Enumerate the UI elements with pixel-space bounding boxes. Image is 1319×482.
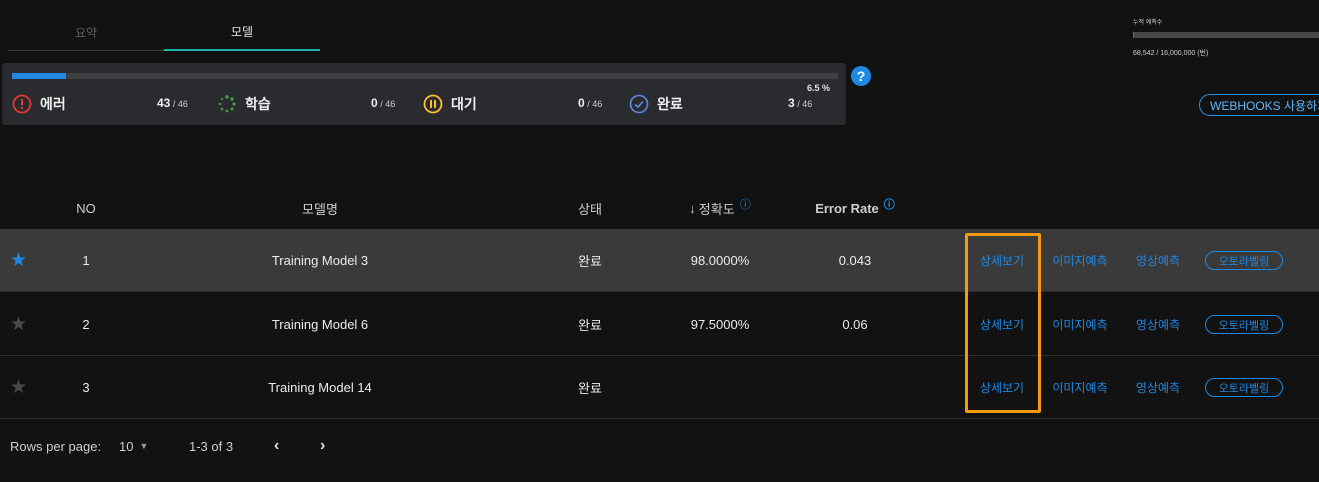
row-no: 1 <box>82 252 90 268</box>
table-row: ★ 3 Training Model 14 완료 상세보기 이미지예측 영상예측… <box>0 356 1319 419</box>
header-error-rate: Error Rate ⓘ <box>795 188 915 228</box>
rows-per-page-select[interactable]: 10 ▼ <box>119 420 148 472</box>
pagination: Rows per page: 10 ▼ 1-3 of 3 ‹ › <box>0 420 700 472</box>
video-predict-link[interactable]: 영상예측 <box>1128 356 1188 418</box>
status-error-count: 43 / 46 <box>157 96 188 110</box>
row-status: 완료 <box>578 253 602 269</box>
status-training-label: 학습 <box>245 96 271 112</box>
row-error-rate <box>795 356 915 418</box>
auto-label-button[interactable]: 오토라벨링 <box>1205 251 1283 270</box>
usage-progress-bar <box>1133 32 1319 38</box>
status-complete-count: 3 / 46 <box>788 96 813 110</box>
status-panel: 6.5 % 에러 43 / 46 학습 0 / 46 대기 0 / 46 완료 … <box>2 63 846 125</box>
row-no: 2 <box>82 316 90 332</box>
header-accuracy-label: 정확도 <box>698 201 735 217</box>
usage-progress-fill <box>1133 32 1135 38</box>
image-predict-link[interactable]: 이미지예측 <box>1045 293 1115 355</box>
star-icon[interactable]: ★ <box>10 356 27 418</box>
row-no: 3 <box>82 379 90 395</box>
spinner-icon <box>218 95 236 113</box>
row-accuracy <box>660 356 780 418</box>
pause-icon <box>423 94 443 114</box>
page-range: 1-3 of 3 <box>189 438 234 454</box>
detail-link[interactable]: 상세보기 <box>972 356 1032 418</box>
header-accuracy[interactable]: ↓ 정확도 ⓘ <box>660 188 780 228</box>
row-model-name: Training Model 3 <box>271 252 369 268</box>
error-rate-info-icon[interactable]: ⓘ <box>884 196 895 212</box>
star-icon[interactable]: ★ <box>10 229 27 291</box>
row-accuracy: 97.5000% <box>690 316 750 332</box>
progress-percent: 6.5 % <box>806 83 830 93</box>
overall-progress-fill <box>12 73 66 79</box>
tab-bar: 요약 모델 <box>8 14 320 51</box>
status-error-label: 에러 <box>40 96 66 112</box>
header-model-name: 모델명 <box>302 201 338 217</box>
detail-link[interactable]: 상세보기 <box>972 229 1032 291</box>
overall-progress-bar <box>12 73 838 79</box>
row-model-name: Training Model 6 <box>271 316 369 332</box>
status-training: 학습 0 / 46 <box>217 93 395 115</box>
header-no: NO <box>76 200 96 216</box>
video-predict-link[interactable]: 영상예측 <box>1128 229 1188 291</box>
status-training-count: 0 / 46 <box>371 96 396 110</box>
accuracy-info-icon[interactable]: ⓘ <box>740 196 751 212</box>
table-row: ★ 1 Training Model 3 완료 98.0000% 0.043 상… <box>0 229 1319 292</box>
status-complete: 완료 3 / 46 <box>629 93 812 115</box>
row-error-rate: 0.043 <box>838 252 872 268</box>
image-predict-link[interactable]: 이미지예측 <box>1045 229 1115 291</box>
usage-title: 누적 예측수 <box>1133 20 1163 26</box>
auto-label-button[interactable]: 오토라벨링 <box>1205 315 1283 334</box>
row-accuracy: 98.0000% <box>690 252 750 268</box>
status-error: 에러 43 / 46 <box>12 93 188 115</box>
row-status: 완료 <box>578 380 602 396</box>
status-waiting: 대기 0 / 46 <box>423 93 602 115</box>
prev-page-icon[interactable]: ‹ <box>274 420 279 472</box>
header-status: 상태 <box>578 201 602 217</box>
check-circle-icon <box>629 94 649 114</box>
rows-per-page-label: Rows per page: <box>10 438 102 454</box>
image-predict-link[interactable]: 이미지예측 <box>1045 356 1115 418</box>
tab-summary[interactable]: 요약 <box>8 14 164 50</box>
row-error-rate: 0.06 <box>842 316 868 332</box>
next-page-icon[interactable]: › <box>320 420 325 472</box>
webhooks-button[interactable]: WEBHOOKS 사용하기 <box>1199 94 1319 116</box>
tab-model[interactable]: 모델 <box>164 14 320 51</box>
sort-arrow-icon: ↓ <box>689 200 696 216</box>
error-icon <box>12 94 32 114</box>
header-error-rate-label: Error Rate <box>815 200 879 216</box>
status-waiting-label: 대기 <box>451 96 477 112</box>
rows-per-page-value: 10 <box>119 438 134 454</box>
table-header: NO 모델명 상태 ↓ 정확도 ⓘ Error Rate ⓘ <box>0 188 1319 228</box>
detail-link[interactable]: 상세보기 <box>972 293 1032 355</box>
row-status: 완료 <box>578 317 602 333</box>
chevron-down-icon: ▼ <box>139 441 149 451</box>
table-row: ★ 2 Training Model 6 완료 97.5000% 0.06 상세… <box>0 293 1319 356</box>
status-complete-label: 완료 <box>657 96 683 112</box>
star-icon[interactable]: ★ <box>10 293 27 355</box>
auto-label-button[interactable]: 오토라벨링 <box>1205 378 1283 397</box>
video-predict-link[interactable]: 영상예측 <box>1128 293 1188 355</box>
usage-value: 68,542 / 16,000,000 (번) <box>1133 50 1209 57</box>
help-icon[interactable]: ? <box>851 66 871 86</box>
status-waiting-count: 0 / 46 <box>578 96 603 110</box>
row-model-name: Training Model 14 <box>268 379 372 395</box>
